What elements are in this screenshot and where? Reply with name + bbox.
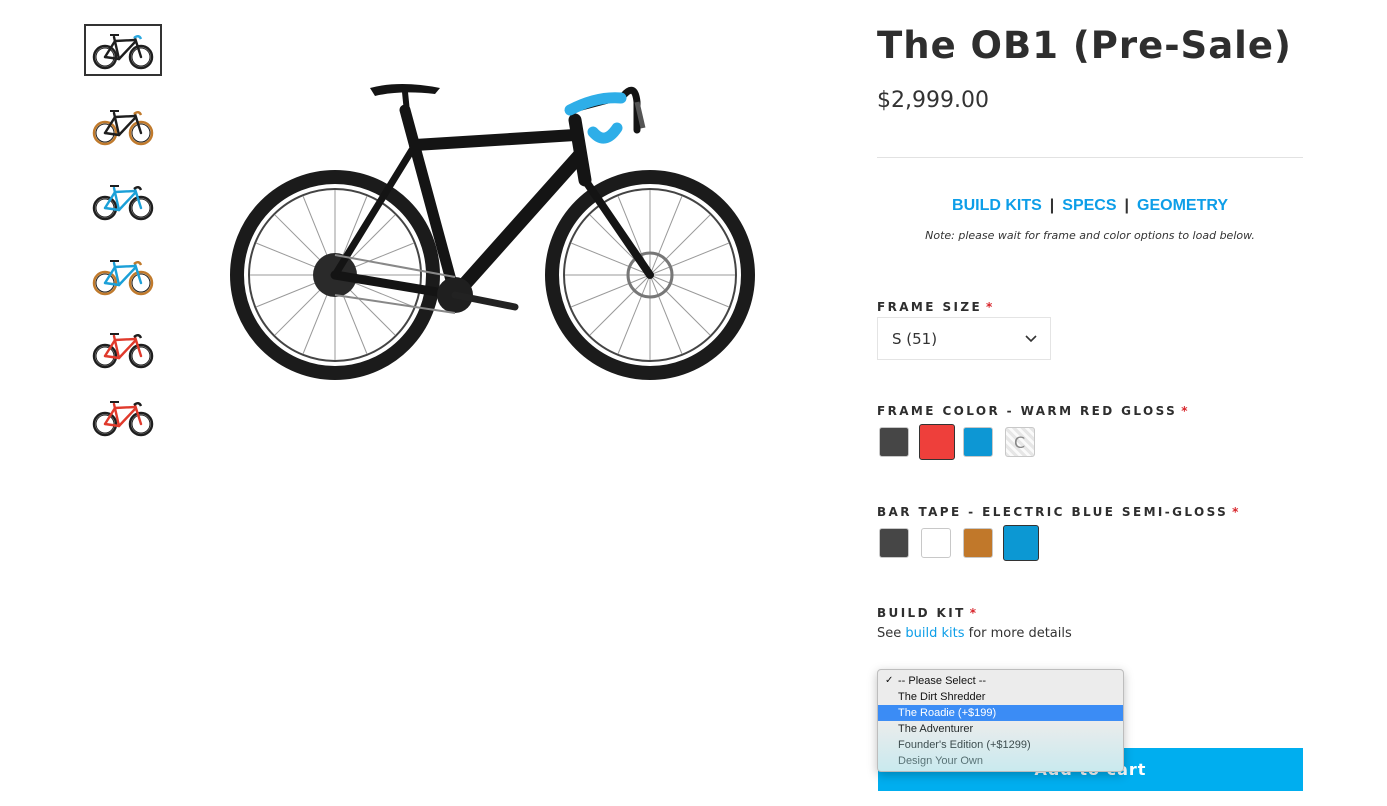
dropdown-option[interactable]: The Roadie (+$199) bbox=[878, 705, 1123, 721]
bar-tape-swatch[interactable] bbox=[879, 528, 909, 558]
required-marker: * bbox=[1232, 505, 1241, 519]
frame-color-swatch[interactable] bbox=[963, 427, 993, 457]
loading-note: Note: please wait for frame and color op… bbox=[925, 229, 1255, 242]
checkmark-icon: ✓ bbox=[885, 675, 894, 686]
required-marker: * bbox=[969, 606, 979, 620]
dropdown-option-label: The Adventurer bbox=[898, 723, 974, 735]
build-kit-label-text: BUILD KIT bbox=[877, 606, 966, 620]
dropdown-option[interactable]: Founder's Edition (+$1299) bbox=[878, 737, 1123, 753]
thumbnail-bike-icon bbox=[92, 401, 154, 437]
frame-color-label: FRAME COLOR - WARM RED GLOSS * bbox=[877, 404, 1190, 418]
bar-tape-swatch[interactable] bbox=[963, 528, 993, 558]
build-kit-note-suffix: for more details bbox=[968, 626, 1072, 641]
frame-size-label-text: FRAME SIZE bbox=[877, 300, 983, 314]
required-marker: * bbox=[1181, 404, 1190, 418]
frame-color-label-text: FRAME COLOR - WARM RED GLOSS bbox=[877, 404, 1178, 418]
frame-color-swatch[interactable] bbox=[879, 427, 909, 457]
thumbnail-bike-icon bbox=[92, 185, 154, 221]
chevron-down-icon bbox=[1025, 335, 1037, 343]
custom-color-icon: C bbox=[1014, 433, 1026, 452]
bar-tape-swatch[interactable] bbox=[1003, 525, 1039, 561]
dropdown-option[interactable]: The Dirt Shredder bbox=[878, 689, 1123, 705]
dropdown-option-label: -- Please Select -- bbox=[898, 675, 987, 687]
specs-link[interactable]: SPECS bbox=[1062, 197, 1116, 214]
thumbnail-3[interactable] bbox=[84, 175, 162, 227]
dropdown-option-label: Design Your Own bbox=[898, 755, 983, 767]
frame-size-select[interactable]: S (51) bbox=[877, 317, 1051, 360]
dropdown-option[interactable]: Design Your Own bbox=[878, 753, 1123, 769]
build-kit-note: See build kits for more details bbox=[877, 626, 1072, 641]
thumbnail-2[interactable] bbox=[84, 100, 162, 152]
thumbnail-5[interactable] bbox=[84, 323, 162, 375]
build-kits-inline-link[interactable]: build kits bbox=[905, 626, 964, 641]
divider bbox=[877, 157, 1303, 158]
dropdown-option-label: The Roadie (+$199) bbox=[898, 707, 997, 719]
thumbnail-6[interactable] bbox=[84, 396, 162, 438]
dropdown-option[interactable]: The Adventurer bbox=[878, 721, 1123, 737]
frame-size-value: S (51) bbox=[892, 329, 938, 348]
thumbnail-1[interactable] bbox=[84, 24, 162, 76]
dropdown-option-label: The Dirt Shredder bbox=[898, 691, 986, 703]
thumbnail-bike-icon bbox=[92, 333, 154, 369]
product-price: $2,999.00 bbox=[877, 88, 989, 113]
frame-color-swatch[interactable]: C bbox=[1005, 427, 1035, 457]
geometry-link[interactable]: GEOMETRY bbox=[1137, 197, 1228, 214]
thumbnail-bike-icon bbox=[92, 34, 154, 70]
thumbnail-bike-icon bbox=[92, 110, 154, 146]
bike-illustration bbox=[230, 84, 755, 380]
bar-tape-swatch[interactable] bbox=[921, 528, 951, 558]
build-kit-label: BUILD KIT * bbox=[877, 606, 978, 620]
info-links: BUILD KITS | SPECS | GEOMETRY bbox=[877, 197, 1303, 215]
required-marker: * bbox=[986, 300, 995, 314]
main-product-image[interactable] bbox=[225, 70, 765, 400]
frame-size-label: FRAME SIZE * bbox=[877, 300, 995, 314]
dropdown-option[interactable]: ✓ -- Please Select -- bbox=[878, 673, 1123, 689]
thumbnail-4[interactable] bbox=[84, 250, 162, 302]
dropdown-option-label: Founder's Edition (+$1299) bbox=[898, 739, 1031, 751]
product-title: The OB1 (Pre-Sale) bbox=[877, 24, 1292, 67]
bar-tape-label: BAR TAPE - ELECTRIC BLUE SEMI-GLOSS * bbox=[877, 505, 1241, 519]
link-separator: | bbox=[1049, 197, 1055, 214]
build-kit-note-prefix: See bbox=[877, 626, 902, 641]
frame-color-swatch[interactable] bbox=[919, 424, 955, 460]
build-kit-dropdown[interactable]: ✓ -- Please Select -- The Dirt Shredder The… bbox=[877, 669, 1124, 772]
link-separator: | bbox=[1124, 197, 1130, 214]
build-kits-link[interactable]: BUILD KITS bbox=[952, 197, 1042, 214]
bar-tape-label-text: BAR TAPE - ELECTRIC BLUE SEMI-GLOSS bbox=[877, 505, 1229, 519]
thumbnail-bike-icon bbox=[92, 260, 154, 296]
